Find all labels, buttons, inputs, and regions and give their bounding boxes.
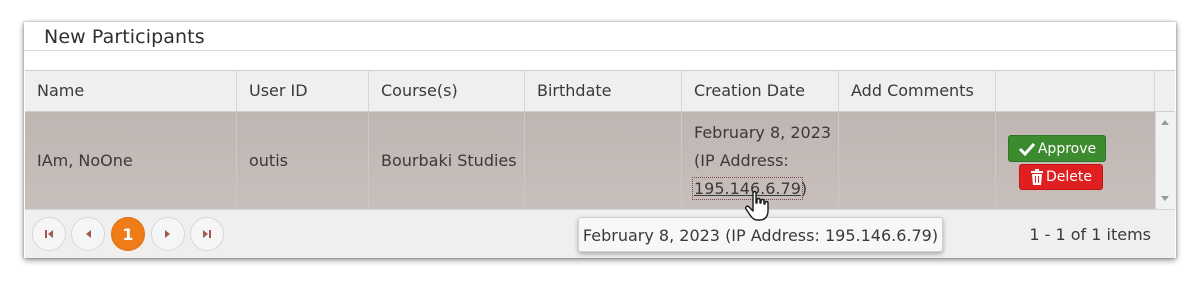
first-page-button[interactable]	[32, 217, 66, 251]
scroll-up-icon[interactable]	[1161, 120, 1169, 125]
scroll-down-icon[interactable]	[1161, 196, 1169, 201]
checkmark-icon	[1018, 142, 1035, 156]
first-page-icon	[45, 230, 53, 238]
column-header-add-comments[interactable]: Add Comments	[839, 71, 996, 111]
column-header-actions	[996, 71, 1155, 111]
vertical-scrollbar[interactable]	[1155, 112, 1176, 209]
cell-user-id: outis	[237, 112, 369, 209]
column-header-courses[interactable]: Course(s)	[369, 71, 525, 111]
approve-button[interactable]: Approve	[1008, 135, 1106, 162]
next-page-button[interactable]	[151, 217, 185, 251]
next-page-icon	[165, 230, 170, 238]
pager-info: 1 - 1 of 1 items	[1029, 225, 1151, 244]
ip-address-label: (IP Address:	[694, 151, 789, 170]
prev-page-icon	[86, 230, 91, 238]
column-header-creation-date[interactable]: Creation Date	[682, 71, 839, 111]
approve-label: Approve	[1037, 140, 1097, 157]
column-header-name[interactable]: Name	[25, 71, 237, 111]
last-page-icon	[203, 230, 211, 238]
page-1-button[interactable]: 1	[111, 217, 145, 251]
grid-header: Name User ID Course(s) Birthdate Creatio…	[25, 71, 1175, 112]
panel-title: New Participants	[44, 26, 205, 48]
cell-name: IAm, NoOne	[25, 112, 237, 209]
trash-icon	[1031, 169, 1043, 185]
hand-cursor-icon	[745, 190, 769, 221]
column-header-user-id[interactable]: User ID	[237, 71, 369, 111]
delete-button[interactable]: Delete	[1019, 164, 1103, 190]
cell-birthdate	[525, 112, 682, 209]
cell-add-comments[interactable]	[839, 112, 996, 209]
last-page-button[interactable]	[190, 217, 224, 251]
prev-page-button[interactable]	[71, 217, 105, 251]
cell-courses: Bourbaki Studies	[369, 112, 525, 209]
creation-date-text: February 8, 2023	[694, 123, 832, 142]
panel-header: New Participants	[24, 22, 1176, 51]
table-row[interactable]: IAm, NoOne outis Bourbaki Studies Februa…	[25, 112, 1155, 209]
column-header-birthdate[interactable]: Birthdate	[525, 71, 682, 111]
ip-tooltip: February 8, 2023 (IP Address: 195.146.6.…	[578, 217, 943, 252]
delete-label: Delete	[1046, 169, 1092, 185]
ip-address-close: )	[800, 179, 808, 198]
